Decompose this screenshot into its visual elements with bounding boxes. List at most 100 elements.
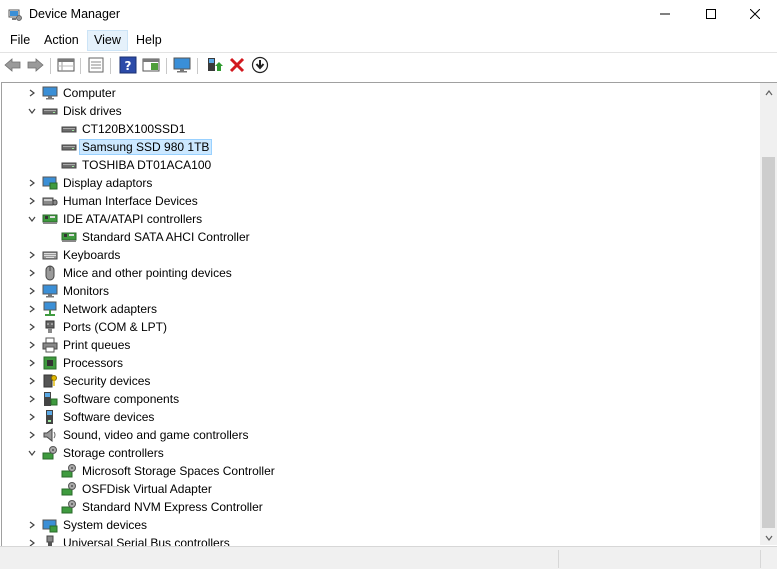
tree-node-label: Print queues xyxy=(63,338,131,352)
storage-controller-icon xyxy=(61,499,77,515)
tree-node-sound-video-game[interactable]: Sound, video and game controllers xyxy=(25,426,251,444)
tree-node-samsung-ssd-980[interactable]: Samsung SSD 980 1TB xyxy=(61,138,213,156)
chevron-right-icon[interactable] xyxy=(25,264,39,282)
tree-node-security-devices[interactable]: Security devices xyxy=(25,372,153,390)
scan-hardware-button[interactable] xyxy=(172,56,192,76)
tree-node-label: Disk drives xyxy=(63,104,122,118)
tree-node-human-interface-devices[interactable]: Human Interface Devices xyxy=(25,192,201,210)
speaker-icon xyxy=(42,427,58,443)
back-button[interactable] xyxy=(3,56,23,76)
chevron-right-icon[interactable] xyxy=(25,282,39,300)
hid-icon xyxy=(42,193,58,209)
tree-node-usb-controllers[interactable]: Universal Serial Bus controllers xyxy=(25,534,233,546)
tree-node-keyboards[interactable]: Keyboards xyxy=(25,246,123,264)
tree-node-label: Microsoft Storage Spaces Controller xyxy=(82,464,275,478)
tree-node-label: Security devices xyxy=(63,374,151,388)
tree-node-ide-ata-atapi-controllers[interactable]: IDE ATA/ATAPI controllers xyxy=(25,210,205,228)
menu-action[interactable]: Action xyxy=(38,30,85,51)
display-adapter-icon xyxy=(42,175,58,191)
tree-node-standard-sata-ahci-controller[interactable]: Standard SATA AHCI Controller xyxy=(61,228,253,246)
chevron-right-icon[interactable] xyxy=(25,246,39,264)
tree-node-monitors[interactable]: Monitors xyxy=(25,282,112,300)
chevron-right-icon[interactable] xyxy=(25,372,39,390)
chevron-right-icon[interactable] xyxy=(25,408,39,426)
menu-view[interactable]: View xyxy=(87,30,128,51)
tree-node-processors[interactable]: Processors xyxy=(25,354,126,372)
download-driver-icon xyxy=(251,56,269,77)
help-button[interactable]: ? xyxy=(118,56,138,76)
vertical-scrollbar[interactable] xyxy=(760,83,777,545)
chevron-right-icon[interactable] xyxy=(25,390,39,408)
tree-node-label: Display adaptors xyxy=(63,176,153,190)
chevron-right-icon[interactable] xyxy=(25,300,39,318)
tree-node-ports[interactable]: Ports (COM & LPT) xyxy=(25,318,170,336)
menu-file[interactable]: File xyxy=(4,30,36,51)
tree-node-ct120bx100ssd1[interactable]: CT120BX100SSD1 xyxy=(61,120,188,138)
chevron-down-icon xyxy=(765,530,773,544)
tree-node-mice[interactable]: Mice and other pointing devices xyxy=(25,264,235,282)
chevron-down-icon[interactable] xyxy=(25,210,39,228)
uninstall-device-button[interactable] xyxy=(227,56,247,76)
tree-node-computer[interactable]: Computer xyxy=(25,84,119,102)
scroll-down-button[interactable] xyxy=(760,528,777,545)
port-icon xyxy=(42,319,58,335)
document-button[interactable] xyxy=(86,56,106,76)
chevron-right-icon[interactable] xyxy=(25,354,39,372)
minimize-button[interactable] xyxy=(642,0,688,30)
tree-node-print-queues[interactable]: Print queues xyxy=(25,336,133,354)
tree-node-toshiba-dt01aca100[interactable]: TOSHIBA DT01ACA100 xyxy=(61,156,214,174)
usb-icon xyxy=(42,535,58,546)
tree-node-disk-drives[interactable]: Disk drives xyxy=(25,102,125,120)
tree-node-label: Network adapters xyxy=(63,302,158,316)
minimize-icon xyxy=(660,8,670,22)
tree-node-standard-nvm-express[interactable]: Standard NVM Express Controller xyxy=(61,498,266,516)
storage-controller-icon xyxy=(61,481,77,497)
tree-node-label: OSFDisk Virtual Adapter xyxy=(82,482,212,496)
storage-controller-icon xyxy=(42,445,58,461)
tree-node-software-components[interactable]: Software components xyxy=(25,390,182,408)
software-component-icon xyxy=(42,391,58,407)
details-pane-button[interactable] xyxy=(141,56,161,76)
disk-drive-icon xyxy=(61,121,77,137)
tree-node-network-adapters[interactable]: Network adapters xyxy=(25,300,160,318)
chevron-down-icon[interactable] xyxy=(25,102,39,120)
tree-node-system-devices[interactable]: System devices xyxy=(25,516,150,534)
menu-help[interactable]: Help xyxy=(130,30,168,51)
tree-node-display-adaptors[interactable]: Display adaptors xyxy=(25,174,155,192)
maximize-button[interactable] xyxy=(688,0,734,30)
chevron-right-icon[interactable] xyxy=(25,534,39,546)
close-icon xyxy=(749,8,761,22)
ide-controller-icon xyxy=(61,229,77,245)
chevron-right-icon[interactable] xyxy=(25,516,39,534)
tree-node-software-devices[interactable]: Software devices xyxy=(25,408,157,426)
tree-node-label: Storage controllers xyxy=(63,446,164,460)
update-driver-button[interactable] xyxy=(204,56,224,76)
close-button[interactable] xyxy=(732,0,777,30)
uninstall-x-icon xyxy=(229,57,245,76)
install-driver-button[interactable] xyxy=(250,56,270,76)
tree-node-microsoft-storage-spaces[interactable]: Microsoft Storage Spaces Controller xyxy=(61,462,278,480)
tree-node-label: Processors xyxy=(63,356,124,370)
monitor-icon xyxy=(42,283,58,299)
tree-node-label: Mice and other pointing devices xyxy=(63,266,232,280)
scroll-thumb[interactable] xyxy=(762,157,775,528)
chevron-right-icon[interactable] xyxy=(25,318,39,336)
chevron-down-icon[interactable] xyxy=(25,444,39,462)
forward-button[interactable] xyxy=(25,56,45,76)
chevron-right-icon[interactable] xyxy=(25,192,39,210)
device-tree[interactable]: Computer Disk drives CT120BX100SSD1 Sams… xyxy=(1,82,777,546)
properties-grid-button[interactable] xyxy=(56,56,76,76)
chevron-right-icon[interactable] xyxy=(25,84,39,102)
security-key-icon xyxy=(42,373,58,389)
disk-drive-icon xyxy=(61,157,77,173)
chevron-right-icon[interactable] xyxy=(25,336,39,354)
tree-node-label: Human Interface Devices xyxy=(63,194,198,208)
chevron-right-icon[interactable] xyxy=(25,426,39,444)
tree-node-storage-controllers[interactable]: Storage controllers xyxy=(25,444,167,462)
scroll-up-button[interactable] xyxy=(760,83,777,100)
keyboard-icon xyxy=(42,247,58,263)
chevron-right-icon[interactable] xyxy=(25,174,39,192)
scan-monitor-icon xyxy=(172,56,192,77)
tree-node-osfdisk-virtual-adapter[interactable]: OSFDisk Virtual Adapter xyxy=(61,480,215,498)
tree-node-label: Computer xyxy=(63,86,116,100)
